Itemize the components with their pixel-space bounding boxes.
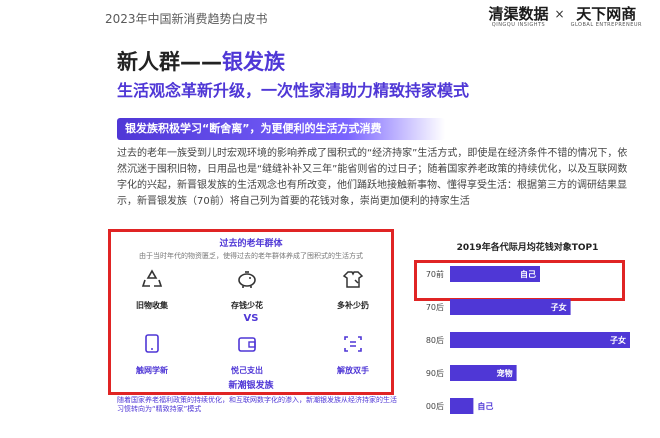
- old-group-title: 过去的老年群体: [219, 239, 283, 249]
- bar: [450, 332, 630, 348]
- y-tick-label: 00后: [426, 401, 444, 411]
- data-label: 子女: [551, 302, 567, 312]
- brand-qingqu-name: 清渠数据: [488, 5, 549, 23]
- patched-shirt-icon: [342, 271, 364, 288]
- new-item-1-label: 触网学新: [136, 366, 168, 375]
- brand-tianxia-sub: GLOBAL ENTREPRENEUR: [570, 22, 642, 28]
- hands-free-icon: [344, 336, 362, 352]
- chart-title: 2019年各代际月均花钱对象TOP1: [456, 243, 599, 253]
- body-paragraph: 过去的老年一族受到儿时宏观环境的影响养成了囤积式的“经济持家”生活方式，即使是在…: [117, 148, 628, 207]
- old-item-1: 旧物收集: [117, 268, 187, 312]
- report-title: 2023年中国新消费趋势白皮书: [105, 12, 268, 26]
- old-item-3: 多补少扔: [318, 268, 388, 312]
- data-label: 子女: [610, 335, 626, 345]
- bar: [450, 398, 474, 414]
- data-label: 自己: [477, 401, 493, 411]
- data-label: 宠物: [497, 368, 513, 378]
- old-item-2: 存钱少花: [212, 268, 282, 312]
- wallet-icon: [238, 337, 256, 352]
- new-item-3: 解放双手: [318, 333, 388, 377]
- touch-screen-icon: [145, 334, 159, 353]
- new-item-2: 悦己支出: [212, 333, 282, 377]
- old-group-desc: 由于当时年代的物资匮乏，使得过去的老年群体养成了囤积式的生活方式: [139, 252, 363, 260]
- recycle-icon: [141, 269, 163, 287]
- piggy-bank-icon: [238, 271, 256, 288]
- old-item-2-label: 存钱少花: [231, 301, 263, 310]
- y-tick-label: 70前: [426, 269, 444, 279]
- page-title-accent: 银发族: [222, 50, 285, 74]
- brand-tianxia: 天下网商 GLOBAL ENTREPRENEUR: [571, 6, 642, 28]
- bar-chart: 70前 自己70后 子女80后 子女90后 宠物00后 自己: [426, 266, 630, 414]
- y-tick-label: 80后: [426, 335, 444, 345]
- new-item-3-label: 解放双手: [337, 366, 369, 375]
- brand-qingqu: 清渠数据 QINGQU INSIGHTS: [489, 6, 549, 28]
- section-banner: 银发族积极学习“断舍离”，为更便利的生活方式消费: [117, 118, 445, 140]
- y-tick-label: 90后: [426, 368, 444, 378]
- versus-label: VS: [243, 313, 259, 324]
- comparison-footnote: 随着国家养老福利政策的持续优化，和互联网数字化的渗入，新潮银发族从经济持家的生活…: [117, 396, 397, 413]
- brand-tianxia-name: 天下网商: [576, 5, 637, 23]
- brand-qingqu-sub: QINGQU INSIGHTS: [491, 22, 546, 28]
- y-tick-label: 70后: [426, 302, 444, 312]
- old-item-3-label: 多补少扔: [337, 301, 369, 310]
- brand-separator: ×: [554, 7, 565, 21]
- old-item-1-label: 旧物收集: [136, 301, 168, 310]
- page-title: 新人群——银发族: [117, 46, 285, 76]
- new-item-1: 触网学新: [117, 333, 187, 377]
- new-group-title: 新潮银发族: [228, 381, 274, 391]
- page-title-prefix: 新人群——: [117, 50, 222, 74]
- brand-logos: 清渠数据 QINGQU INSIGHTS × 天下网商 GLOBAL ENTRE…: [489, 6, 643, 28]
- new-item-2-label: 悦己支出: [231, 366, 263, 375]
- data-label: 自己: [520, 269, 536, 279]
- page-subtitle: 生活观念革新升级，一次性家清助力精致持家模式: [117, 81, 470, 100]
